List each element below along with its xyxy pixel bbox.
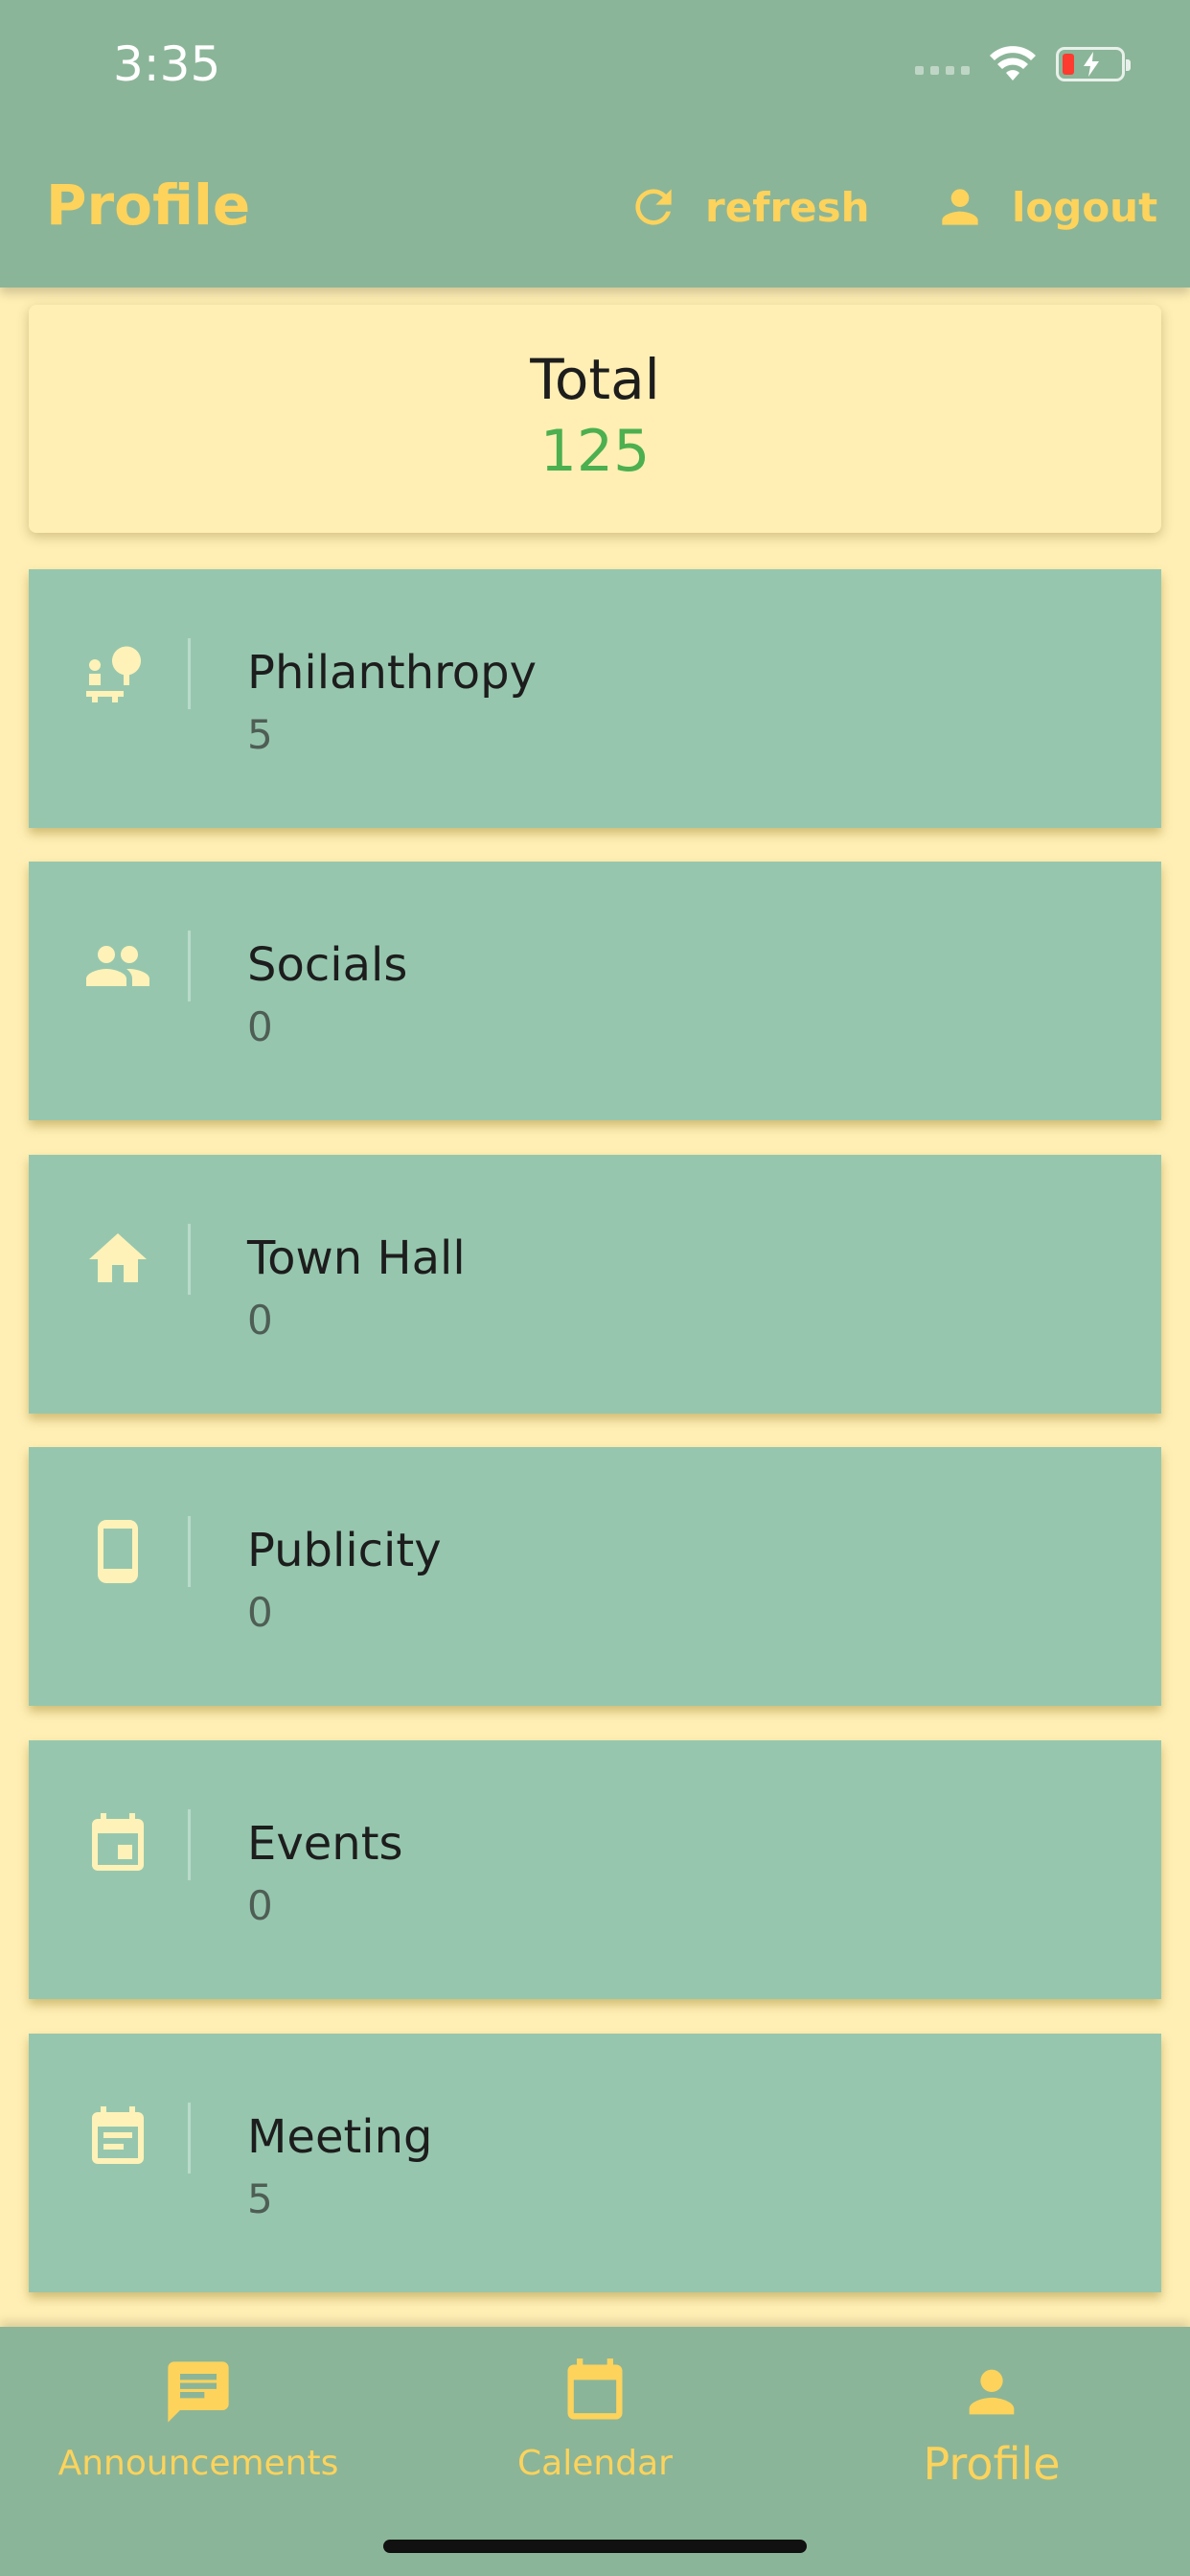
nav-label: Announcements xyxy=(57,2444,339,2483)
nav-announcements[interactable]: Announcements xyxy=(0,2354,397,2483)
people-icon xyxy=(56,904,180,1028)
category-count: 0 xyxy=(247,1882,273,1929)
nav-profile[interactable]: Profile xyxy=(793,2354,1190,2490)
phone-icon xyxy=(56,1489,180,1614)
wifi-icon xyxy=(990,46,1036,80)
home-icon xyxy=(56,1197,180,1322)
divider xyxy=(188,1224,191,1295)
category-count: 5 xyxy=(247,711,273,758)
logout-label: logout xyxy=(1012,183,1158,231)
person-icon xyxy=(933,180,987,234)
category-count: 0 xyxy=(247,1003,273,1050)
category-label: Meeting xyxy=(247,2110,433,2164)
bottom-nav: Announcements Calendar Profile xyxy=(0,2327,1190,2576)
total-label: Total xyxy=(530,347,660,412)
person-icon xyxy=(793,2354,1190,2430)
calendar-icon xyxy=(397,2354,793,2430)
category-card-philanthropy[interactable]: Philanthropy 5 xyxy=(29,569,1161,828)
top-bar: 3:35 Profile refresh logout xyxy=(0,0,1190,288)
nav-label: Profile xyxy=(923,2438,1061,2490)
chat-icon xyxy=(0,2354,397,2430)
category-label: Philanthropy xyxy=(247,646,538,700)
category-label: Publicity xyxy=(247,1524,442,1577)
refresh-button[interactable]: refresh xyxy=(627,178,870,236)
nav-calendar[interactable]: Calendar xyxy=(397,2354,793,2483)
category-card-publicity[interactable]: Publicity 0 xyxy=(29,1447,1161,1706)
divider xyxy=(188,2103,191,2174)
home-indicator[interactable] xyxy=(383,2540,807,2553)
category-label: Town Hall xyxy=(247,1231,466,1285)
category-count: 0 xyxy=(247,1589,273,1636)
divider xyxy=(188,1809,191,1880)
logout-button[interactable]: logout xyxy=(933,178,1157,236)
refresh-label: refresh xyxy=(705,183,870,231)
total-value: 125 xyxy=(539,418,651,485)
calendar-event-icon xyxy=(56,1782,180,1907)
page-title: Profile xyxy=(46,172,251,238)
category-card-socials[interactable]: Socials 0 xyxy=(29,862,1161,1120)
divider xyxy=(188,931,191,1001)
category-label: Events xyxy=(247,1817,403,1871)
refresh-icon xyxy=(627,180,680,234)
battery-icon xyxy=(1056,47,1131,81)
category-count: 5 xyxy=(247,2175,273,2222)
calendar-note-icon xyxy=(56,2076,180,2200)
philanthropy-icon xyxy=(56,611,180,736)
category-label: Socials xyxy=(247,938,408,992)
status-time: 3:35 xyxy=(113,36,221,92)
category-count: 0 xyxy=(247,1297,273,1344)
total-card: Total 125 xyxy=(29,305,1161,533)
category-card-town-hall[interactable]: Town Hall 0 xyxy=(29,1155,1161,1414)
divider xyxy=(188,638,191,709)
category-card-meeting[interactable]: Meeting 5 xyxy=(29,2034,1161,2292)
cellular-signal-icon xyxy=(915,44,970,84)
nav-label: Calendar xyxy=(517,2444,673,2483)
category-card-events[interactable]: Events 0 xyxy=(29,1740,1161,1999)
status-indicators xyxy=(915,44,1131,84)
divider xyxy=(188,1516,191,1587)
